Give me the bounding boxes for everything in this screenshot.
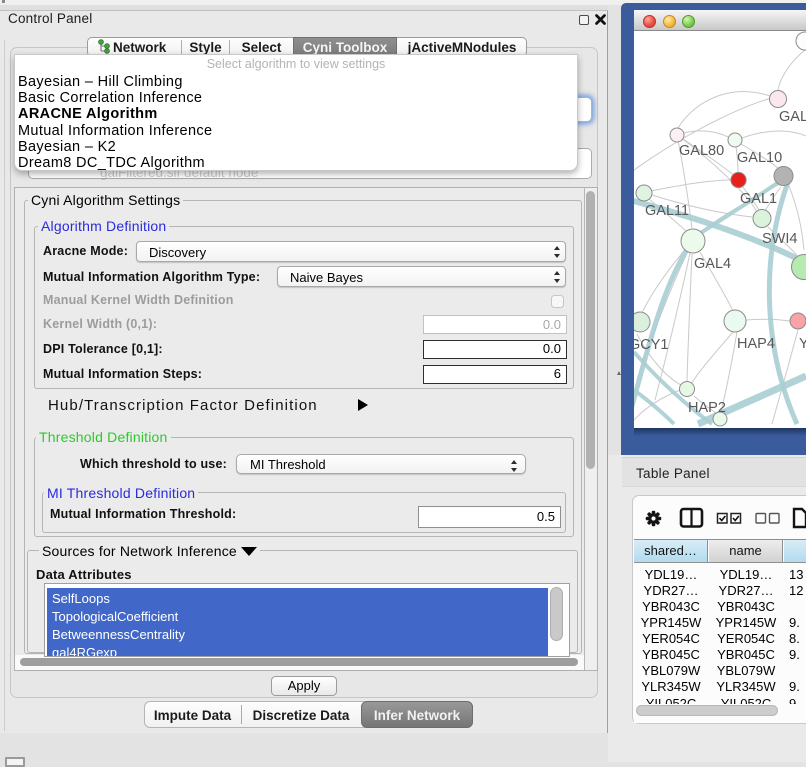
svg-text:GAL1: GAL1 [740, 191, 777, 207]
svg-text:HAP2: HAP2 [688, 400, 726, 416]
svg-text:GAL10: GAL10 [737, 150, 782, 166]
svg-text:GAL11: GAL11 [645, 203, 689, 219]
svg-text:GAL4: GAL4 [694, 256, 731, 272]
svg-text:GAL80: GAL80 [679, 143, 724, 159]
svg-text:HAP4: HAP4 [737, 336, 775, 352]
svg-text:GAL2: GAL2 [779, 109, 806, 125]
svg-text:YM: YM [799, 336, 806, 352]
svg-text:GCY1: GCY1 [634, 337, 669, 353]
svg-text:SWI4: SWI4 [762, 231, 797, 247]
